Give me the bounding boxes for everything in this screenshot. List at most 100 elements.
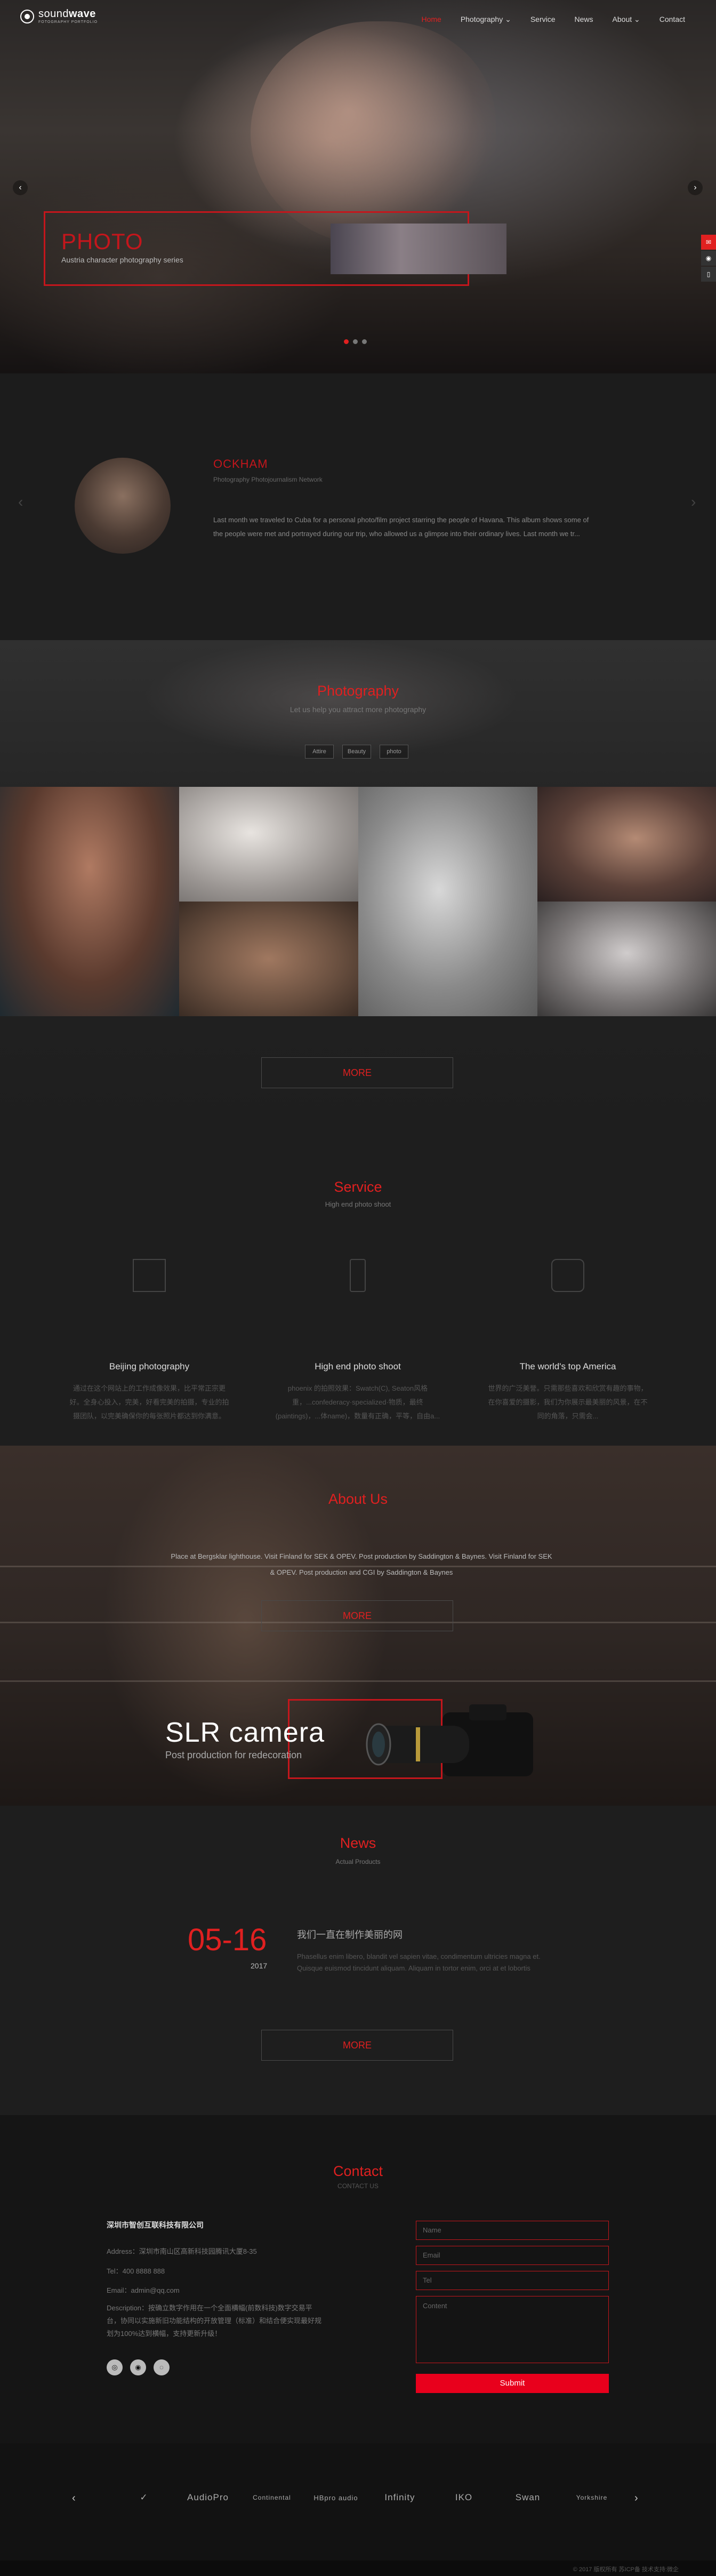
chat-icon[interactable]: ✉ — [701, 235, 716, 250]
service-item-title: High end photo shoot — [315, 1361, 401, 1371]
hero-thumbnail — [331, 224, 506, 274]
tie-icon — [350, 1259, 366, 1292]
company-name: 深圳市智创互联科技有限公司 — [107, 2221, 204, 2229]
content-field[interactable]: Content — [416, 2296, 609, 2363]
about-more-button[interactable]: MORE — [261, 1600, 453, 1631]
news-item-title[interactable]: 我们一直在制作美丽的网 — [297, 1927, 403, 1941]
partner-logos: ✓ AudioPro Continental HBpro audio Infin… — [112, 2492, 624, 2503]
nav-photography[interactable]: Photography ⌄ — [451, 15, 521, 24]
submit-button[interactable]: Submit — [416, 2374, 609, 2393]
gallery-photo[interactable] — [537, 902, 716, 1016]
company-tel: Tel：400 8888 888 — [107, 2267, 165, 2275]
slider-dots — [344, 339, 367, 344]
partner-logo[interactable]: ✓ — [112, 2492, 176, 2503]
gallery-photo[interactable] — [0, 787, 179, 1016]
service-subtitle: High end photo shoot — [325, 1200, 391, 1208]
service-item-text: 通过在这个网站上的工作成像效果，比平常正宗更好。全身心投入，完美，好看完美的拍摄… — [69, 1384, 229, 1420]
tel-field[interactable]: Tel — [416, 2271, 609, 2290]
qq-icon[interactable]: ◉ — [701, 251, 716, 266]
filter-photo[interactable]: photo — [380, 745, 408, 759]
profile-section: ‹ › OCKHAM Photography Photojournalism N… — [0, 373, 716, 640]
hero-title: PHOTO — [61, 229, 143, 254]
contact-subtitle: CONTACT US — [337, 2182, 379, 2190]
camera-icon — [551, 1259, 584, 1292]
hero-subtitle: Austria character photography series — [61, 256, 183, 264]
nav-service[interactable]: Service — [521, 15, 565, 24]
partner-logo[interactable]: Continental — [240, 2494, 304, 2501]
slider-prev-button[interactable]: ‹ — [13, 180, 28, 195]
partners-section: ‹ › ✓ AudioPro Continental HBpro audio I… — [0, 2443, 716, 2561]
background-rope — [0, 1680, 716, 1682]
company-address: Address：深圳市南山区高新科技园腾讯大厦8-35 — [107, 2247, 257, 2255]
profile-text: Last month we traveled to Cuba for a per… — [213, 516, 589, 538]
gallery-photo[interactable] — [179, 902, 358, 1016]
news-date: 05-16 — [188, 1923, 267, 1957]
slider-dot[interactable] — [362, 339, 367, 344]
news-item-text: Phasellus enim libero, blandit vel sapie… — [297, 1952, 541, 1972]
slider-next-button[interactable]: › — [688, 180, 703, 195]
name-field[interactable]: Name — [416, 2221, 609, 2240]
partners-next-button[interactable]: › — [634, 2492, 638, 2505]
contact-title: Contact — [333, 2163, 383, 2179]
news-title: News — [340, 1835, 376, 1851]
about-title: About Us — [328, 1491, 388, 1507]
service-item-title: Beijing photography — [109, 1361, 190, 1371]
news-year: 2017 — [251, 1961, 268, 1970]
weibo-icon[interactable]: ◎ — [107, 2359, 123, 2375]
news-subtitle: Actual Products — [335, 1858, 381, 1865]
filter-beauty[interactable]: Beauty — [342, 745, 371, 759]
slr-title: SLR camera — [165, 1717, 325, 1748]
news-more-button[interactable]: MORE — [261, 2030, 453, 2061]
photography-title: Photography — [317, 683, 399, 699]
nav-contact[interactable]: Contact — [650, 15, 695, 24]
avatar — [75, 458, 171, 554]
copyright: © 2017 版权所有 苏ICP备 技术支持:微企 — [573, 2566, 679, 2573]
side-toolbar: ✉ ◉ ▯ — [701, 235, 716, 283]
phone-icon[interactable]: ▯ — [701, 267, 716, 282]
partner-logo[interactable]: Yorkshire — [560, 2494, 624, 2501]
logo-subtitle: FOTOGRAPHY PORTFOLIO — [38, 20, 98, 24]
partners-prev-button[interactable]: ‹ — [72, 2492, 76, 2505]
social-links: ◎ ◉ ◌ — [107, 2359, 170, 2375]
profile-name: OCKHAM — [213, 457, 268, 470]
profile-prev-button[interactable]: ‹ — [18, 493, 23, 511]
partner-logo[interactable]: Infinity — [368, 2492, 432, 2503]
gallery-photo[interactable] — [537, 787, 716, 902]
profile-role: Photography Photojournalism Network — [213, 476, 323, 483]
slider-dot[interactable] — [344, 339, 349, 344]
logo[interactable]: soundwave FOTOGRAPHY PORTFOLIO — [20, 9, 98, 24]
service-item: High end photo shoot phoenix 的拍照效果：Swatc… — [275, 1259, 440, 1423]
company-email: Email：admin@qq.com — [107, 2286, 180, 2294]
nav-home[interactable]: Home — [412, 15, 450, 24]
service-item-text: 世界的广泛美誉。只需那些喜欢和欣赏有趣的事物，在你喜爱的摄影，我们为你展示最美丽… — [488, 1384, 648, 1420]
service-item-text: phoenix 的拍照效果：Swatch(C), Seaton风格重，...co… — [275, 1384, 440, 1420]
gift-icon — [133, 1259, 166, 1292]
news-section: News Actual Products 05-16 2017 我们一直在制作美… — [0, 1806, 716, 2115]
profile-next-button[interactable]: › — [691, 493, 696, 511]
service-item: The world's top America 世界的广泛美誉。只需那些喜欢和欣… — [485, 1259, 650, 1423]
about-text: Place at Bergsklar lighthouse. Visit Fin… — [171, 1552, 552, 1576]
partner-logo[interactable]: IKO — [432, 2492, 496, 2503]
hero-slider: ‹ › PHOTO Austria character photography … — [0, 0, 716, 373]
photography-subtitle: Let us help you attract more photography — [289, 705, 427, 714]
gallery-photo[interactable] — [358, 787, 537, 1016]
nav-news[interactable]: News — [565, 15, 603, 24]
gallery-photo[interactable] — [179, 787, 358, 902]
partner-logo[interactable]: HBpro audio — [304, 2494, 368, 2502]
partner-logo[interactable]: AudioPro — [176, 2492, 240, 2503]
footer: © 2017 版权所有 苏ICP备 技术支持:微企 — [0, 2561, 716, 2576]
qq-icon[interactable]: ◉ — [130, 2359, 146, 2375]
nav-about[interactable]: About ⌄ — [603, 15, 650, 24]
partner-logo[interactable]: Swan — [496, 2492, 560, 2503]
site-header: soundwave FOTOGRAPHY PORTFOLIO Home Phot… — [0, 0, 716, 37]
wechat-icon[interactable]: ◌ — [154, 2359, 170, 2375]
main-nav: Home Photography ⌄ Service News About ⌄ … — [412, 15, 695, 24]
logo-text: soundwave — [38, 8, 96, 20]
filter-attire[interactable]: Attire — [305, 745, 334, 759]
photography-more-button[interactable]: MORE — [261, 1057, 453, 1088]
slider-dot[interactable] — [353, 339, 358, 344]
photography-section: Photography Let us help you attract more… — [0, 640, 716, 1136]
photo-filters: Attire Beauty photo — [305, 745, 408, 759]
email-field[interactable]: Email — [416, 2246, 609, 2265]
about-section: About Us Place at Bergsklar lighthouse. … — [0, 1446, 716, 1806]
